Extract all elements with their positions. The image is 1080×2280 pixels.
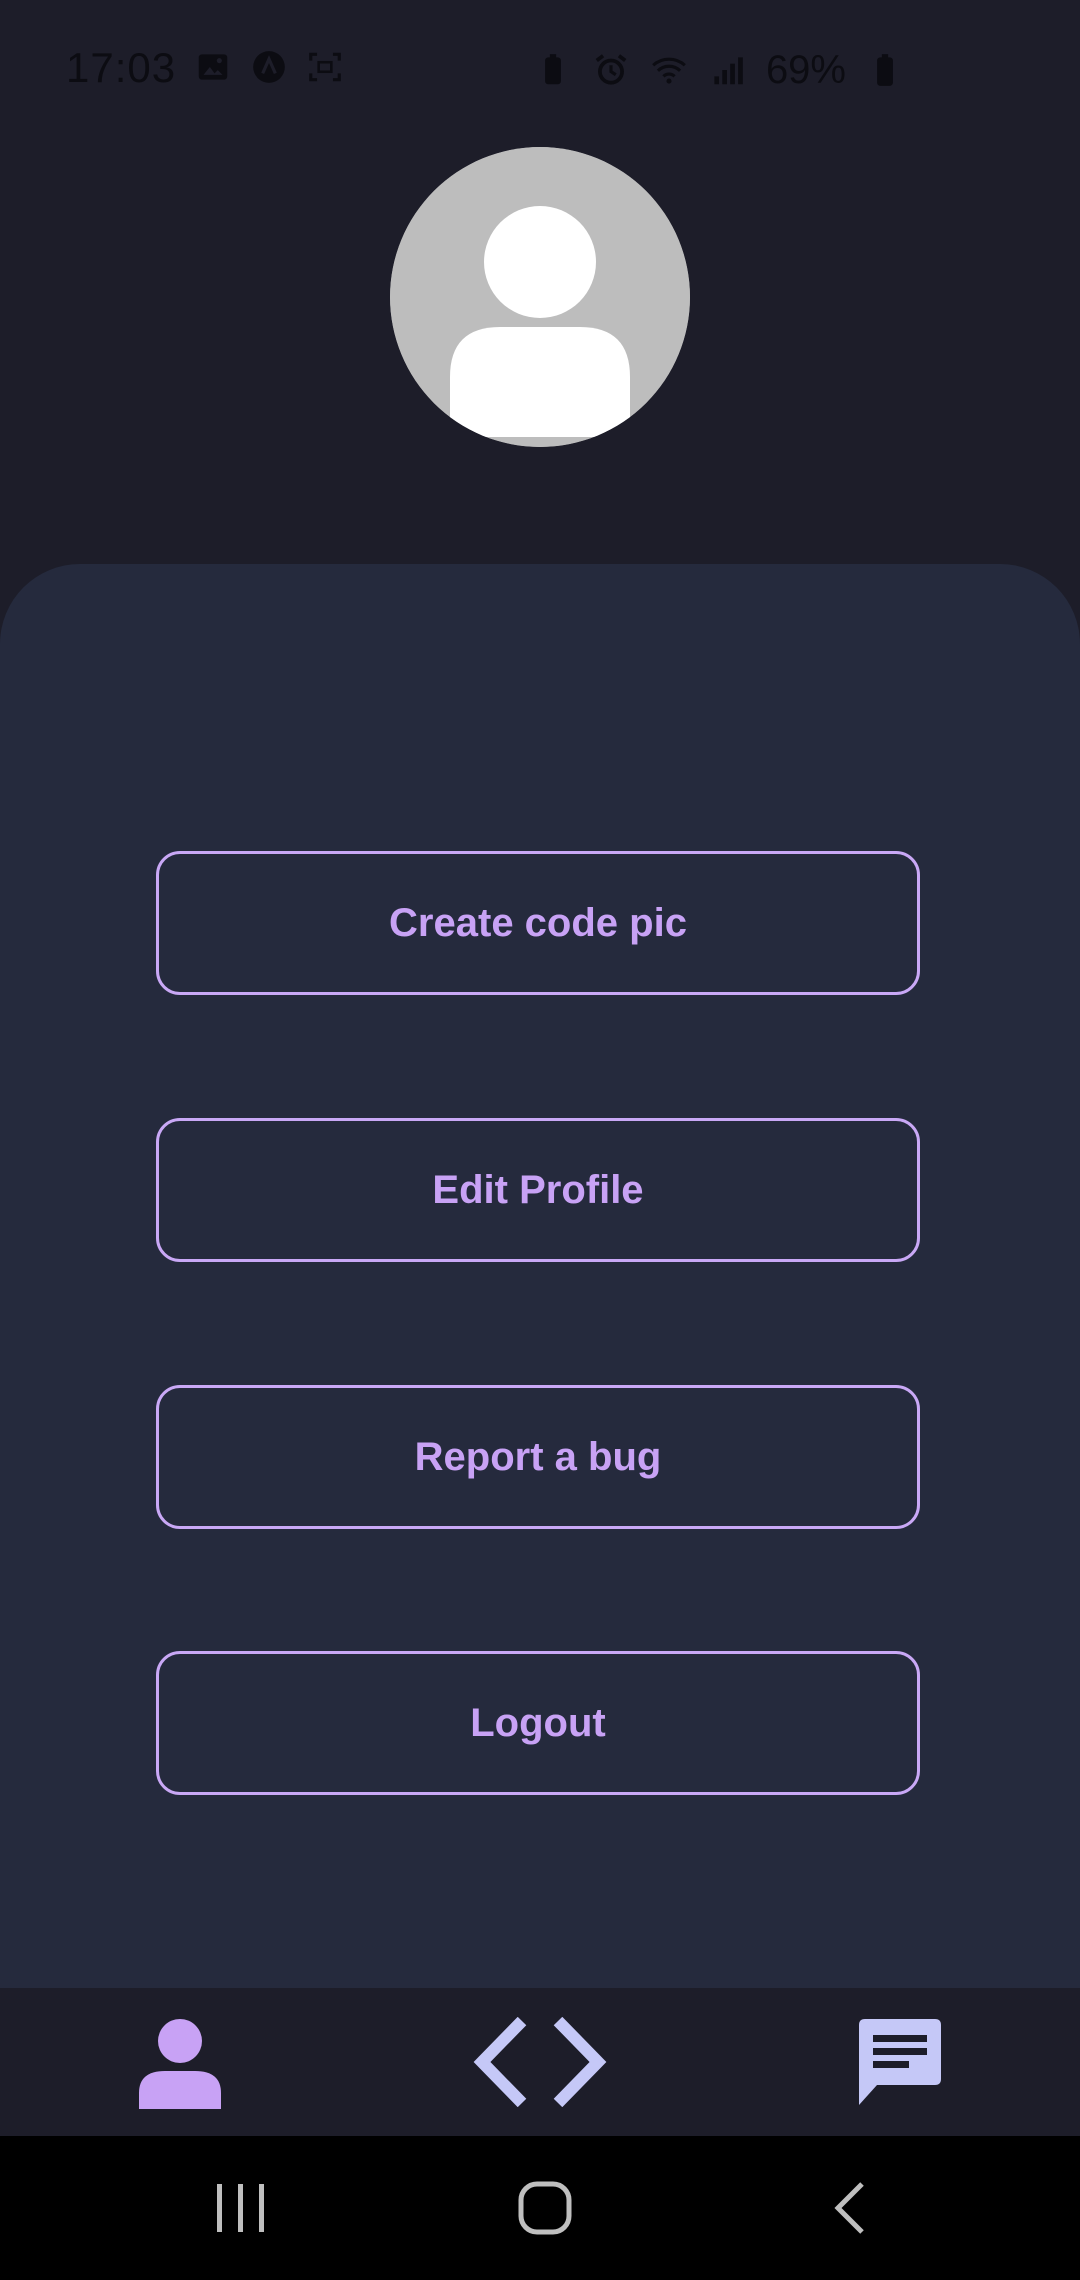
home-icon [518, 2181, 572, 2235]
code-icon [473, 2017, 607, 2107]
nav-code[interactable] [470, 1988, 610, 2136]
back-icon [834, 2182, 864, 2234]
back-button[interactable] [820, 2136, 880, 2280]
status-left-icons [194, 48, 344, 86]
edit-profile-button[interactable]: Edit Profile [156, 1118, 920, 1262]
nav-chat[interactable] [850, 1988, 950, 2136]
status-right: 69% [534, 44, 904, 96]
person-icon [139, 2019, 221, 2109]
bottom-nav [0, 1988, 1080, 2136]
nav-profile[interactable] [120, 1988, 240, 2136]
report-bug-button[interactable]: Report a bug [156, 1385, 920, 1529]
status-time: 17:03 [66, 44, 177, 91]
wifi-icon [652, 57, 686, 84]
create-code-pic-button[interactable]: Create code pic [156, 851, 920, 995]
battery-icon [877, 54, 893, 86]
battery-percentage: 69% [765, 48, 846, 92]
screenshot-icon [309, 52, 341, 82]
home-button[interactable] [510, 2136, 580, 2280]
logout-button[interactable]: Logout [156, 1651, 920, 1795]
signal-icon [714, 57, 743, 85]
image-icon [198, 54, 228, 80]
app-icon [253, 51, 285, 83]
profile-avatar[interactable] [390, 147, 690, 447]
menu-panel: Create code pic Edit Profile Report a bu… [0, 564, 1080, 1988]
recent-apps-button[interactable] [200, 2136, 282, 2280]
user-placeholder-icon [390, 147, 690, 447]
recent-apps-icon [217, 2184, 264, 2232]
battery-saver-icon [545, 54, 561, 85]
status-bar: 17:03 69% [0, 0, 1080, 140]
system-nav [0, 2136, 1080, 2280]
alarm-icon [595, 54, 627, 85]
chat-icon [859, 2019, 941, 2105]
